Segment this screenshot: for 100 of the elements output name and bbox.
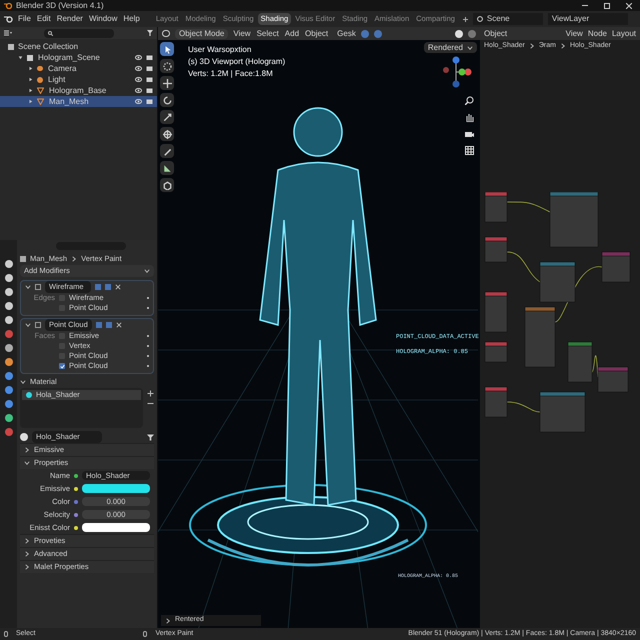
move-tool[interactable] [160,76,174,90]
close-icon[interactable] [626,2,632,8]
add-cube-tool[interactable] [160,178,174,192]
color-swatch[interactable] [82,484,150,493]
collapsed-arrow-icon[interactable] [28,66,33,71]
breadcrumb-separator-icon [560,43,566,49]
eye-icon[interactable] [135,54,142,61]
menu-item[interactable]: Edit [36,13,51,25]
eye-icon[interactable] [135,87,142,94]
shader-node[interactable] [550,192,598,248]
select-cursor-tool[interactable] [160,42,174,56]
pencil-icon [162,146,172,156]
tree-item[interactable]: Hologram_Scene [37,52,101,64]
shader-node[interactable] [484,386,508,418]
close-icon[interactable] [115,284,121,290]
shader-node[interactable] [540,392,586,432]
menu-item[interactable]: Add [284,28,300,40]
mode-dropdown[interactable]: Object Mode [175,28,228,38]
menu-item[interactable]: Render [56,13,83,25]
rotate-tool[interactable] [160,93,174,107]
eye-icon[interactable] [135,98,142,105]
menu-item[interactable]: Window [88,13,118,25]
view-layer-selector[interactable]: ViewLayer [548,13,628,25]
object-type-dropdown[interactable]: Object [484,28,508,40]
measure-tool[interactable] [160,161,174,175]
scale-tool[interactable] [160,110,174,124]
menu-item[interactable]: Help [123,13,140,25]
filter-icon[interactable] [147,30,153,36]
menu-item[interactable]: Node [588,28,607,40]
display-mode-icon[interactable] [4,30,12,36]
transform-tool[interactable] [160,127,174,141]
grid-icon[interactable] [465,146,474,155]
menu-item[interactable]: Select [256,28,279,40]
collapsed-chevron-icon [24,551,30,557]
filter-icon[interactable] [147,434,154,440]
tree-item[interactable]: Light [47,74,66,86]
tree-item[interactable]: Scene Collection [18,40,78,52]
eye-icon[interactable] [135,76,142,83]
menu-item[interactable]: Object [305,28,328,40]
search-icon [48,30,53,36]
shading-dropdown[interactable]: Rendered [424,42,477,53]
editor-type-icon[interactable] [162,30,170,37]
collapsed-arrow-icon[interactable] [28,99,33,104]
transform-dropdown[interactable]: Gesk [337,28,356,40]
shader-node[interactable] [524,306,556,368]
collapsed-chevron-icon [165,618,171,624]
tree-item[interactable]: Hologram_Base [48,84,108,96]
viewport-info-text: Verts: 1.2M | Face:1.8M [188,68,274,80]
remove-slot-icon[interactable] [147,400,154,407]
render-toggle-icon[interactable] [105,284,111,290]
color-swatch[interactable] [82,523,150,532]
checkmark-icon [60,364,64,368]
annotate-tool[interactable] [160,144,174,158]
collapsed-arrow-icon[interactable] [28,77,33,82]
display-toggle-icon[interactable] [96,322,102,328]
shader-node[interactable] [484,292,508,332]
shader-node[interactable] [598,366,628,392]
shading-solid-icon[interactable] [455,30,463,38]
collapsed-arrow-icon[interactable] [28,88,33,93]
checkbox[interactable] [59,363,65,369]
shading-rendered-icon[interactable] [468,30,476,38]
cube-icon [162,180,172,190]
axis-gizmo-icon[interactable] [440,56,472,88]
circle-icon [162,62,172,70]
move-icon [162,78,172,88]
collapsed-chevron-icon [24,447,30,453]
shader-node[interactable] [602,252,630,282]
search-field[interactable] [44,28,114,38]
add-icon[interactable] [462,16,468,22]
zoom-icon[interactable] [465,96,474,105]
chevron-icon [144,268,150,274]
shader-node[interactable] [568,342,592,382]
select-circle-tool[interactable] [160,59,174,73]
window-title: Blender 3D (Version 4.1) [16,0,104,12]
rotate-icon [162,96,172,104]
expanded-chevron-icon [24,460,30,466]
app-logo-icon[interactable] [4,15,13,23]
add-slot-icon[interactable] [147,390,154,397]
shader-node[interactable] [484,192,508,222]
expanded-arrow-icon[interactable] [18,55,23,60]
modifier-icon [35,322,41,328]
shader-node[interactable] [484,342,508,362]
shader-node[interactable] [484,236,508,262]
menu-item[interactable]: View [566,28,583,40]
node-link [506,402,540,412]
close-icon[interactable] [116,322,122,328]
maximize-icon[interactable] [604,2,610,8]
menu-item[interactable]: File [18,13,31,25]
scene-selector[interactable]: Scene [472,13,543,25]
snap-icon[interactable] [360,30,369,38]
menu-item[interactable]: View [233,28,251,40]
display-toggle-icon[interactable] [95,284,101,290]
cursor-icon [162,44,172,54]
overlay-icon[interactable] [374,30,382,38]
render-toggle-icon[interactable] [106,322,112,328]
tree-item[interactable]: Camera [47,62,78,74]
menu-item[interactable]: Layout [612,28,636,40]
shader-node[interactable] [540,262,576,302]
eye-icon[interactable] [135,65,142,72]
modifier-icon [35,284,41,290]
